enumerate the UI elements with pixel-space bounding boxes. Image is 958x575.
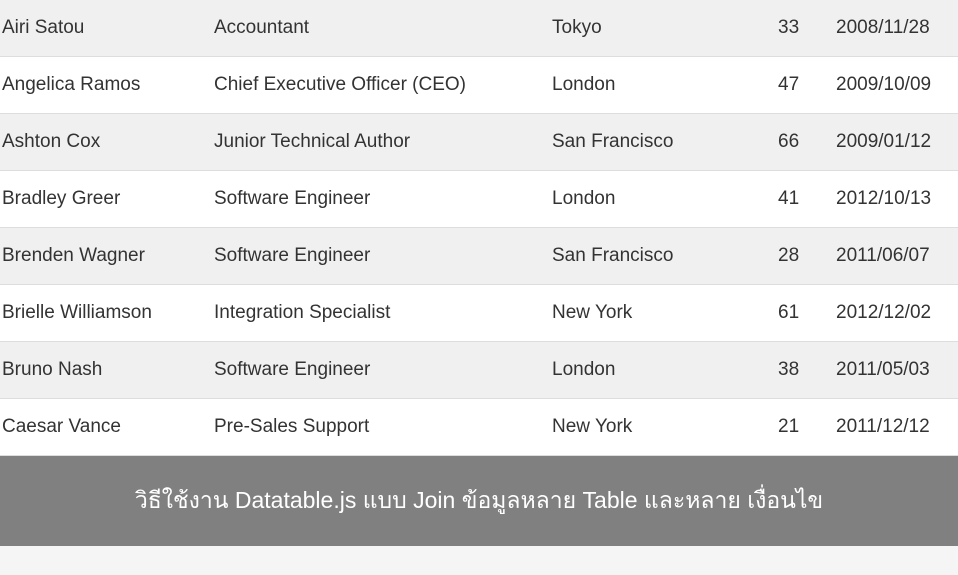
cell-age: 38 — [774, 342, 832, 399]
table-body: Airi Satou Accountant Tokyo 33 2008/11/2… — [0, 0, 958, 456]
table-row[interactable]: Bradley Greer Software Engineer London 4… — [0, 171, 958, 228]
cell-name: Bradley Greer — [0, 171, 210, 228]
cell-name: Airi Satou — [0, 0, 210, 57]
table-row[interactable]: Angelica Ramos Chief Executive Officer (… — [0, 57, 958, 114]
cell-city: New York — [548, 399, 774, 456]
table-row[interactable]: Caesar Vance Pre-Sales Support New York … — [0, 399, 958, 456]
cell-date: 2011/06/07 — [832, 228, 958, 285]
cell-city: San Francisco — [548, 228, 774, 285]
cell-date: 2009/10/09 — [832, 57, 958, 114]
cell-age: 66 — [774, 114, 832, 171]
cell-date: 2009/01/12 — [832, 114, 958, 171]
cell-age: 47 — [774, 57, 832, 114]
cell-city: London — [548, 342, 774, 399]
cell-position: Junior Technical Author — [210, 114, 548, 171]
cell-name: Angelica Ramos — [0, 57, 210, 114]
cell-age: 33 — [774, 0, 832, 57]
cell-date: 2012/10/13 — [832, 171, 958, 228]
cell-age: 61 — [774, 285, 832, 342]
table-row[interactable]: Brenden Wagner Software Engineer San Fra… — [0, 228, 958, 285]
cell-position: Chief Executive Officer (CEO) — [210, 57, 548, 114]
cell-city: Tokyo — [548, 0, 774, 57]
cell-position: Software Engineer — [210, 228, 548, 285]
table-row[interactable]: Ashton Cox Junior Technical Author San F… — [0, 114, 958, 171]
cell-name: Bruno Nash — [0, 342, 210, 399]
cell-age: 28 — [774, 228, 832, 285]
cell-city: London — [548, 57, 774, 114]
cell-age: 21 — [774, 399, 832, 456]
cell-position: Software Engineer — [210, 171, 548, 228]
cell-name: Caesar Vance — [0, 399, 210, 456]
cell-city: San Francisco — [548, 114, 774, 171]
cell-position: Pre-Sales Support — [210, 399, 548, 456]
cell-name: Brenden Wagner — [0, 228, 210, 285]
table-row[interactable]: Airi Satou Accountant Tokyo 33 2008/11/2… — [0, 0, 958, 57]
caption-text: วิธีใช้งาน Datatable.js แบบ Join ข้อมูลห… — [135, 483, 823, 519]
table-row[interactable]: Brielle Williamson Integration Specialis… — [0, 285, 958, 342]
caption-bar: วิธีใช้งาน Datatable.js แบบ Join ข้อมูลห… — [0, 456, 958, 546]
cell-date: 2011/12/12 — [832, 399, 958, 456]
cell-city: London — [548, 171, 774, 228]
cell-position: Integration Specialist — [210, 285, 548, 342]
cell-name: Ashton Cox — [0, 114, 210, 171]
cell-age: 41 — [774, 171, 832, 228]
data-table: Airi Satou Accountant Tokyo 33 2008/11/2… — [0, 0, 958, 456]
cell-date: 2011/05/03 — [832, 342, 958, 399]
table-row[interactable]: Bruno Nash Software Engineer London 38 2… — [0, 342, 958, 399]
cell-position: Accountant — [210, 0, 548, 57]
cell-date: 2012/12/02 — [832, 285, 958, 342]
cell-city: New York — [548, 285, 774, 342]
cell-position: Software Engineer — [210, 342, 548, 399]
data-table-container: Airi Satou Accountant Tokyo 33 2008/11/2… — [0, 0, 958, 456]
cell-name: Brielle Williamson — [0, 285, 210, 342]
cell-date: 2008/11/28 — [832, 0, 958, 57]
